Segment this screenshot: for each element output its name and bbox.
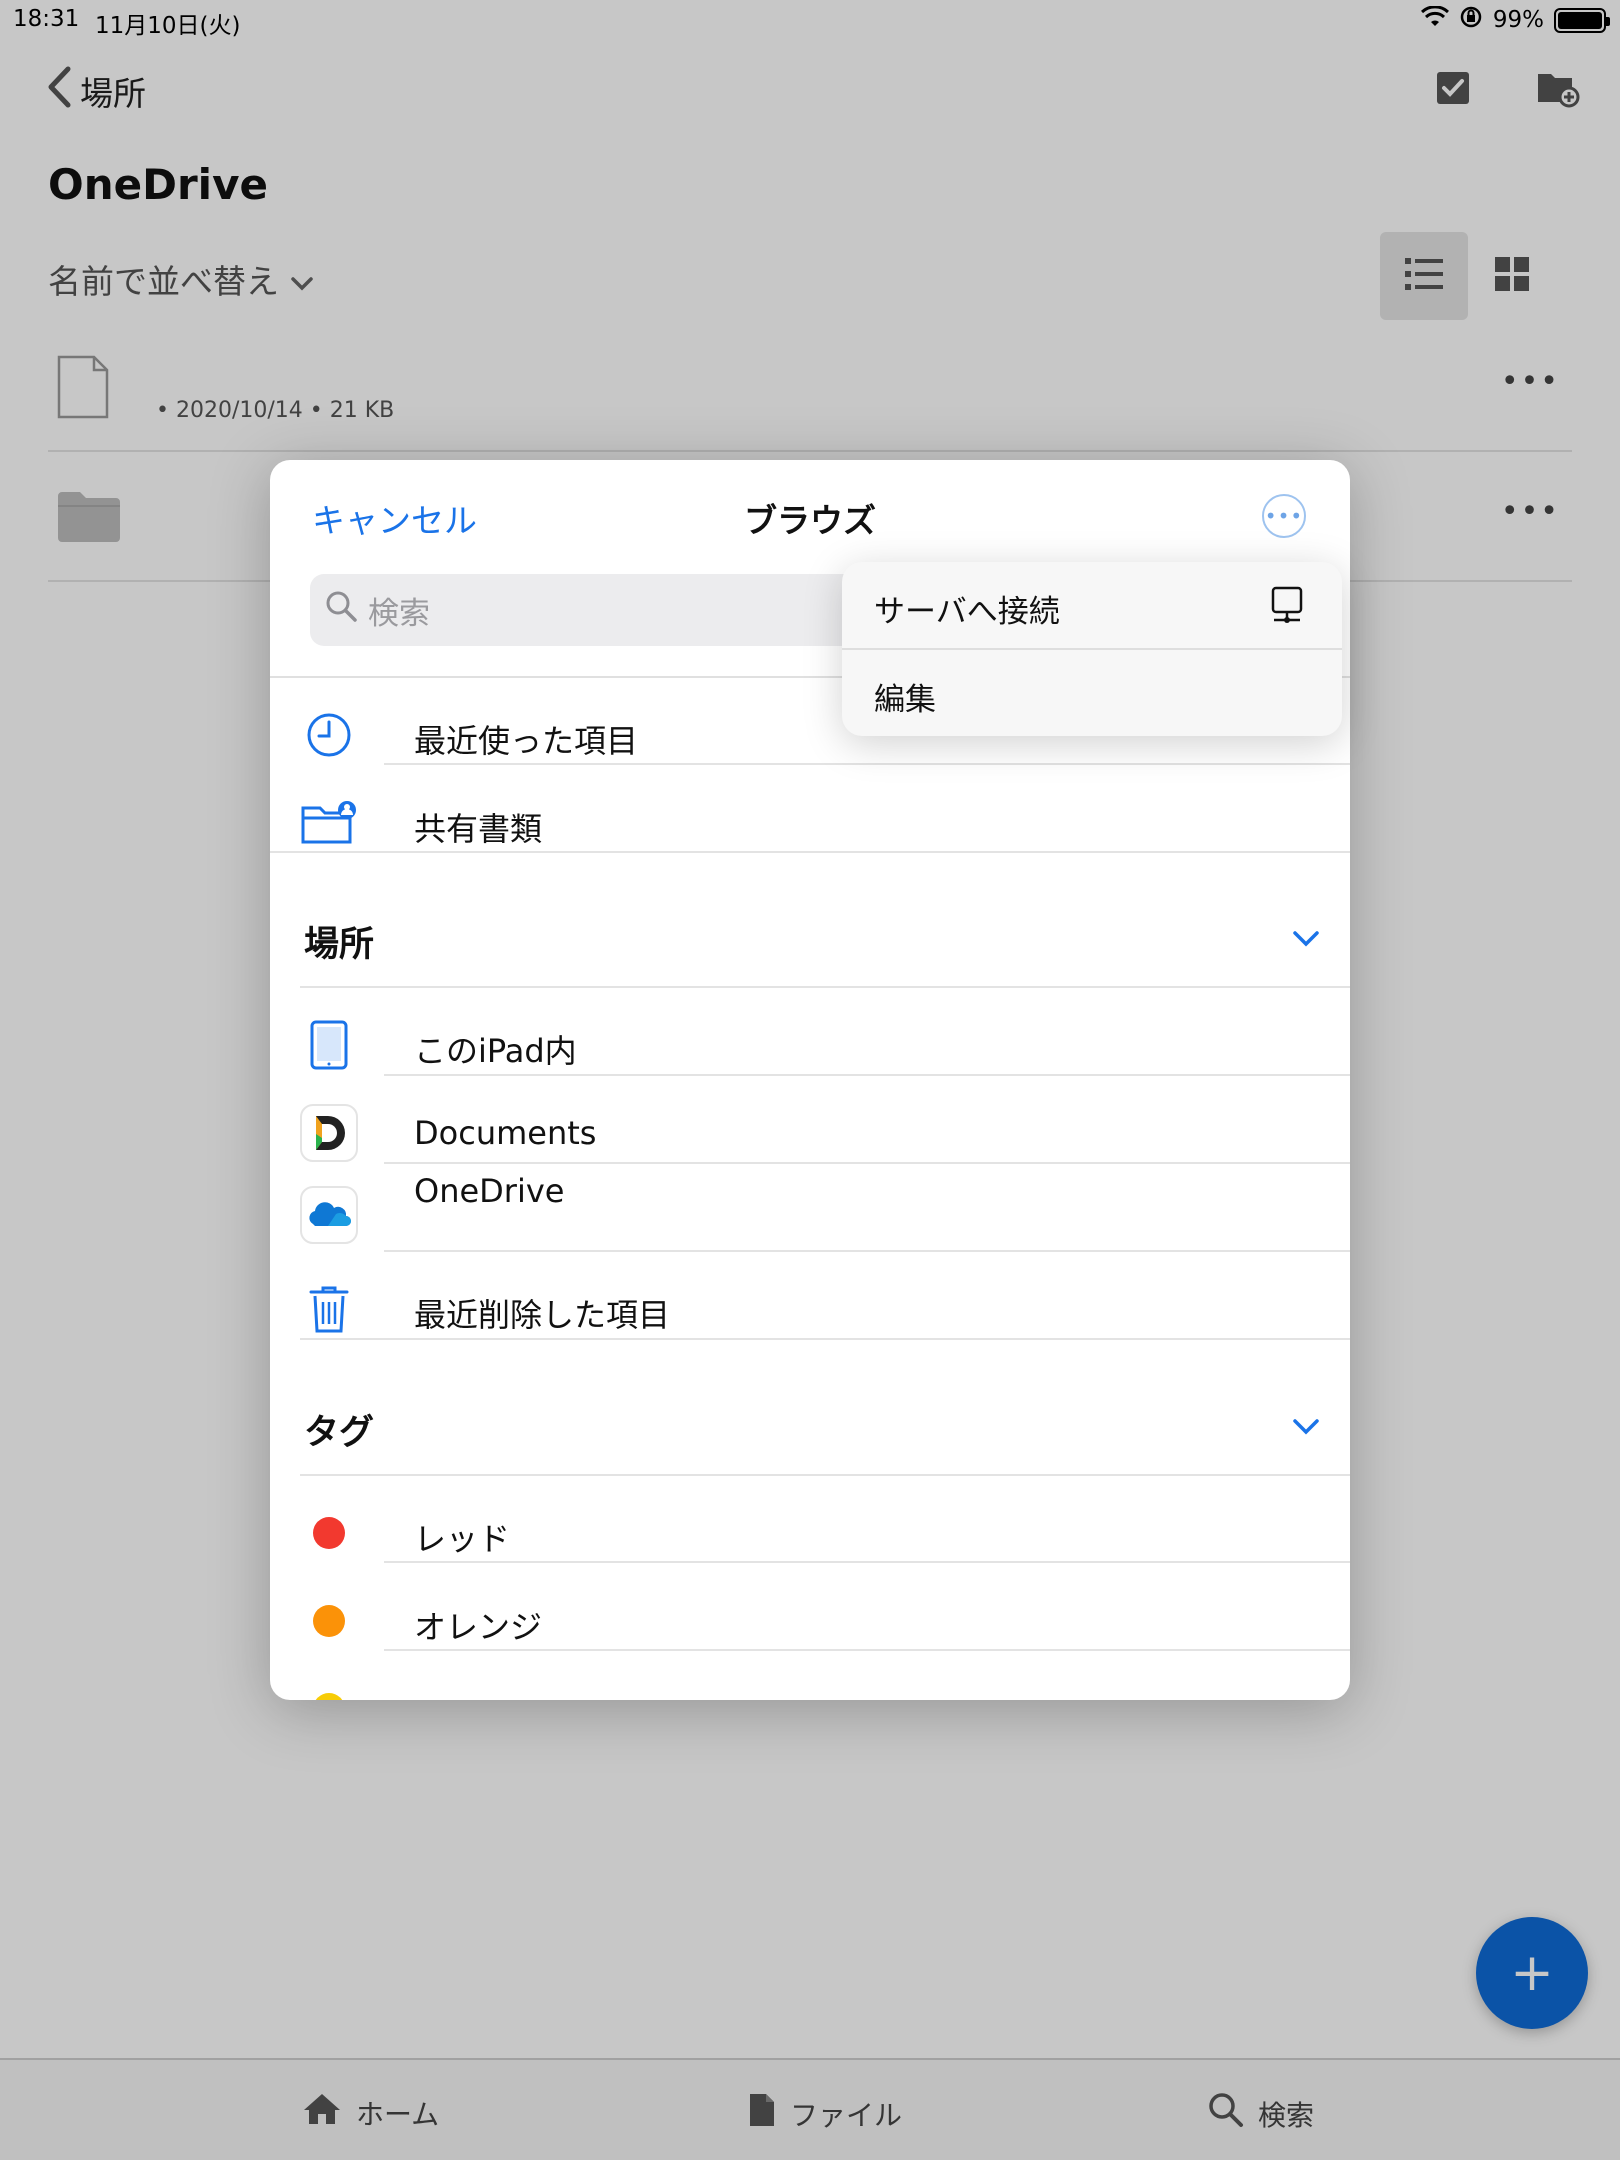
list-item-label: OneDrive	[414, 1172, 565, 1210]
ipad-icon	[300, 1016, 358, 1074]
list-item-label: 最近使った項目	[414, 722, 639, 760]
list-item-recently-deleted[interactable]: 最近削除した項目	[300, 1266, 1350, 1354]
list-item-label: Documents	[414, 1114, 597, 1152]
list-item-documents[interactable]: Documents	[300, 1090, 1350, 1178]
server-icon	[1270, 586, 1304, 630]
clock-icon	[300, 706, 358, 764]
chevron-down-icon[interactable]	[1292, 930, 1320, 952]
list-item-label: 最近削除した項目	[414, 1296, 671, 1334]
shared-folder-icon	[300, 794, 358, 852]
menu-item-label: サーバへ接続	[874, 594, 1060, 630]
list-item-label: オレンジ	[414, 1608, 543, 1646]
documents-app-icon	[300, 1104, 358, 1162]
menu-item-edit[interactable]: 編集	[842, 650, 1342, 736]
more-menu: サーバへ接続 編集	[842, 562, 1342, 736]
tag-dot-icon	[300, 1504, 358, 1562]
trash-icon	[300, 1280, 358, 1338]
search-placeholder: 検索	[368, 595, 430, 632]
tag-dot-icon	[300, 1592, 358, 1650]
list-item-this-ipad[interactable]: このiPad内	[300, 1002, 1350, 1090]
list-item-label: 共有書類	[414, 810, 543, 848]
more-circle-icon[interactable]: •••	[1262, 494, 1306, 538]
modal-header: キャンセル ブラウズ •••	[270, 460, 1350, 560]
section-title-locations: 場所	[304, 925, 375, 965]
section-title-tags: タグ	[304, 1413, 375, 1453]
tag-dot-icon	[300, 1680, 358, 1700]
tag-row-red[interactable]: レッド	[300, 1490, 1350, 1578]
modal-title: ブラウズ	[744, 501, 876, 540]
chevron-down-icon[interactable]	[1292, 1418, 1320, 1440]
tag-row-orange[interactable]: オレンジ	[300, 1578, 1350, 1666]
menu-item-connect-server[interactable]: サーバへ接続	[842, 562, 1342, 648]
menu-item-label: 編集	[874, 682, 936, 718]
tag-row-yellow[interactable]: イエロー	[300, 1666, 1350, 1700]
list-item-onedrive[interactable]: OneDrive	[300, 1172, 1350, 1260]
list-item-shared[interactable]: 共有書類	[300, 780, 1350, 868]
onedrive-icon	[300, 1186, 358, 1244]
list-item-label: イエロー	[414, 1690, 542, 1700]
list-item-label: レッド	[414, 1520, 511, 1558]
list-item-label: このiPad内	[414, 1032, 577, 1070]
search-icon	[324, 589, 358, 631]
